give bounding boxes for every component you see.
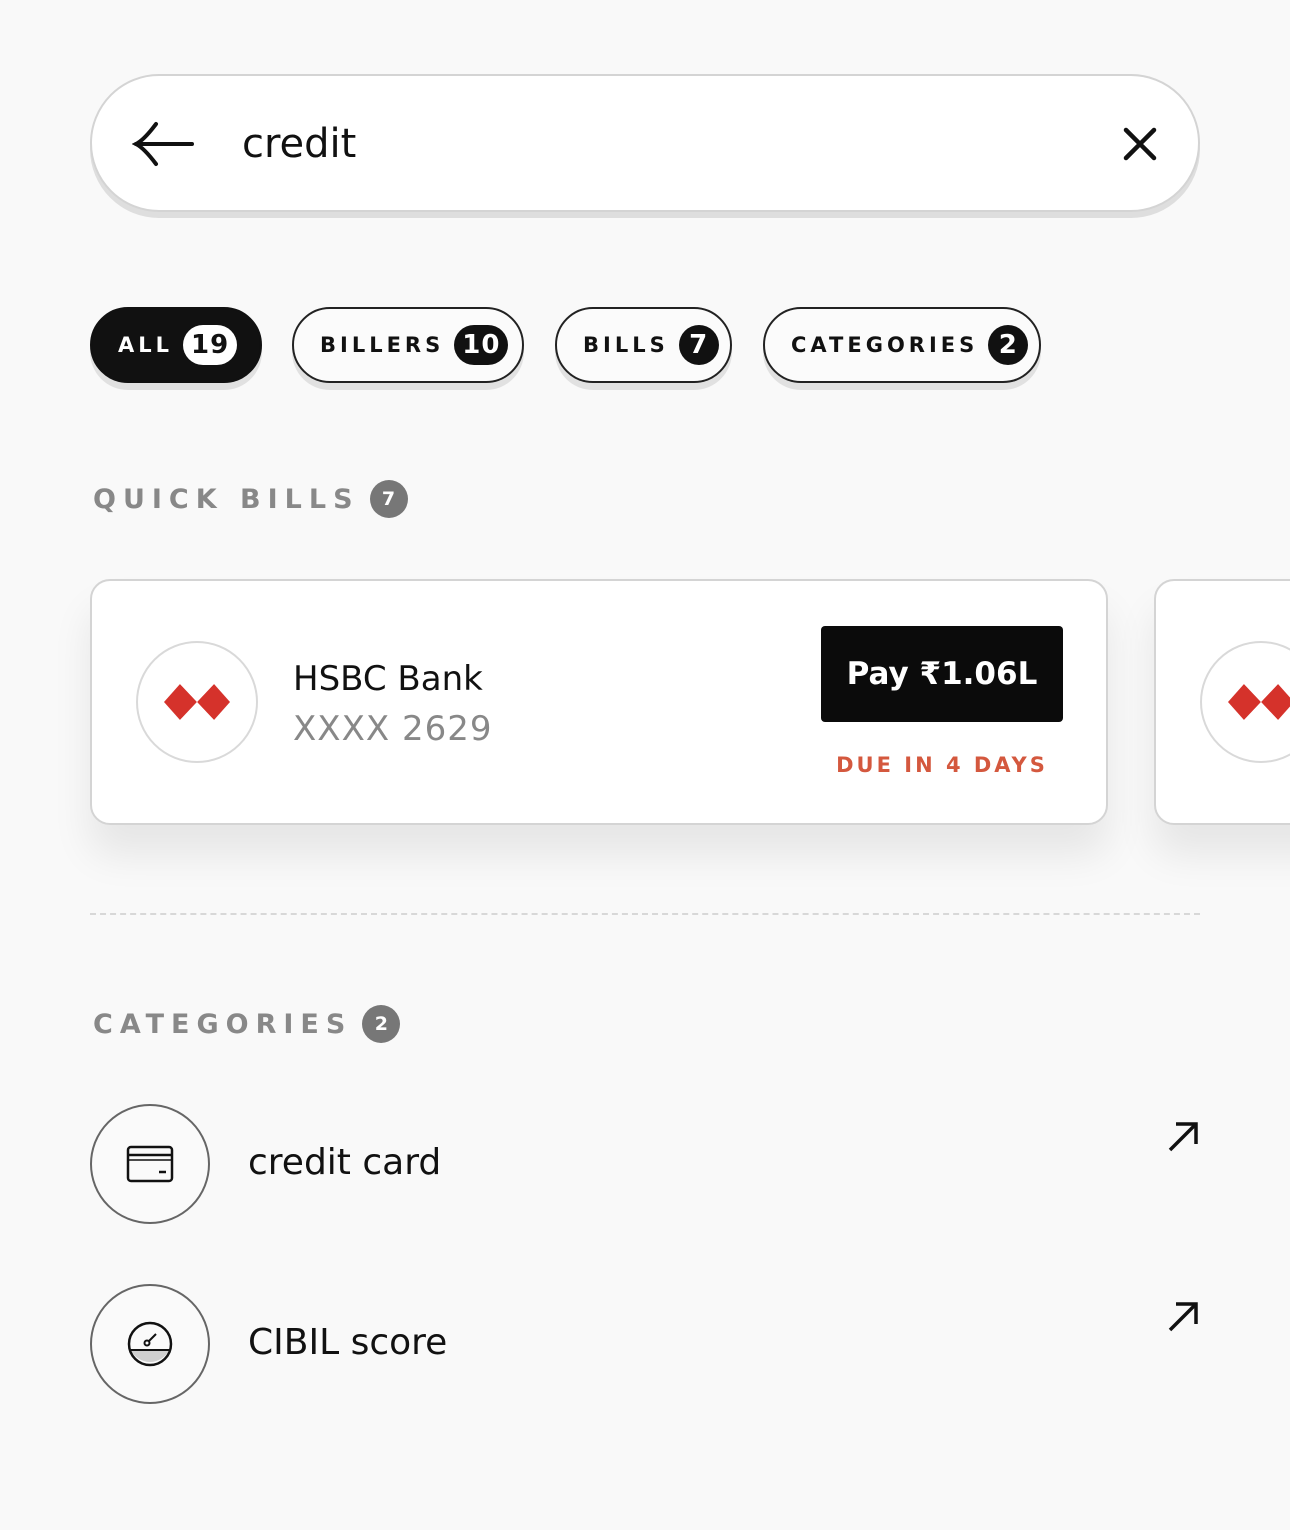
- arrow-up-right-icon: [1168, 1122, 1198, 1152]
- section-title: CATEGORIES: [93, 1008, 353, 1040]
- section-count-badge: 7: [369, 480, 408, 518]
- categories-header: CATEGORIES 2: [93, 1005, 401, 1043]
- quick-bill-card[interactable]: HSBC Bank XXXX 2629 Pay ₹1.06L DUE IN 4 …: [90, 579, 1108, 825]
- bank-logo: [136, 641, 258, 763]
- bank-name: HSBC Bank: [293, 659, 483, 699]
- section-count-badge: 2: [362, 1005, 401, 1043]
- arrow-up-right-icon: [1168, 1302, 1198, 1332]
- credit-card-icon: [126, 1145, 174, 1183]
- category-item-cibil-score[interactable]: CIBIL score: [90, 1284, 1200, 1404]
- close-icon: [1123, 127, 1157, 161]
- hsbc-logo-icon: [164, 684, 230, 720]
- section-divider: [90, 913, 1200, 915]
- chip-count-badge: 2: [988, 325, 1029, 365]
- search-input[interactable]: [242, 106, 1062, 182]
- category-label: credit card: [248, 1142, 442, 1183]
- filter-chip-all[interactable]: ALL 19: [90, 307, 262, 383]
- category-icon-circle: [90, 1104, 210, 1224]
- arrow-left-icon: [131, 122, 194, 166]
- back-button[interactable]: [131, 116, 196, 172]
- chip-label: BILLS: [583, 333, 669, 357]
- category-icon-circle: [90, 1284, 210, 1404]
- chip-count-badge: 19: [183, 325, 238, 365]
- filter-chip-bills[interactable]: BILLS 7: [555, 307, 732, 383]
- chip-count-badge: 10: [454, 325, 509, 365]
- quick-bill-card-next[interactable]: [1154, 579, 1290, 825]
- clear-search-button[interactable]: [1112, 116, 1168, 172]
- filter-chip-categories[interactable]: CATEGORIES 2: [763, 307, 1041, 383]
- search-bar: [90, 74, 1200, 212]
- bank-logo: [1200, 641, 1290, 763]
- hsbc-logo-icon: [1228, 684, 1290, 720]
- category-item-credit-card[interactable]: credit card: [90, 1104, 1200, 1224]
- account-number: XXXX 2629: [293, 709, 493, 749]
- category-label: CIBIL score: [248, 1322, 448, 1363]
- quick-bills-header: QUICK BILLS 7: [93, 480, 408, 518]
- chip-label: ALL: [118, 333, 174, 357]
- filter-chip-billers[interactable]: BILLERS 10: [292, 307, 524, 383]
- chip-label: BILLERS: [320, 333, 445, 357]
- chip-label: CATEGORIES: [791, 333, 979, 357]
- due-status: DUE IN 4 DAYS: [836, 753, 1048, 777]
- chip-count-badge: 7: [678, 325, 719, 365]
- pay-button[interactable]: Pay ₹1.06L: [821, 626, 1063, 722]
- gauge-icon: [127, 1321, 173, 1367]
- search-results-screen: ALL 19 BILLERS 10 BILLS 7 CATEGORIES 2 Q…: [0, 0, 1290, 1530]
- section-title: QUICK BILLS: [93, 483, 360, 515]
